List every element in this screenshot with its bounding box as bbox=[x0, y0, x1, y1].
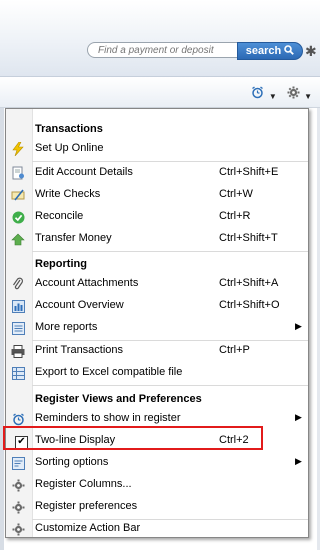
menu-separator bbox=[32, 385, 308, 386]
settings-dropdown-button[interactable]: ▼ bbox=[287, 86, 312, 102]
menu-item-transfer-money[interactable]: Transfer Money Ctrl+Shift+T bbox=[6, 228, 308, 250]
menu-item-label: Transfer Money bbox=[35, 232, 112, 244]
menu-item-label: Account Overview bbox=[35, 299, 124, 311]
paperclip-icon bbox=[10, 276, 26, 292]
excel-icon bbox=[10, 365, 26, 381]
menu-item-label: Sorting options bbox=[35, 456, 109, 468]
gear-icon bbox=[10, 521, 26, 537]
menu-item-write-checks[interactable]: Write Checks Ctrl+W bbox=[6, 184, 308, 206]
register-action-icons: ▼ ▼ bbox=[251, 86, 312, 102]
menu-item-reconcile[interactable]: Reconcile Ctrl+R bbox=[6, 206, 308, 228]
menu-item-shortcut: Ctrl+Shift+A bbox=[219, 277, 279, 289]
menu-item-label: More reports bbox=[35, 321, 98, 333]
menu-item-label: Account Attachments bbox=[35, 277, 139, 289]
register-actions-menu: Transactions Set Up Online Edit Account … bbox=[5, 108, 309, 538]
register-header: ▼ ▼ bbox=[0, 77, 320, 108]
menu-item-shortcut: Ctrl+Shift+E bbox=[219, 166, 279, 178]
menu-item-label: Export to Excel compatible file bbox=[35, 366, 183, 378]
search-icon bbox=[284, 44, 295, 58]
menu-item-set-up-online[interactable]: Set Up Online bbox=[6, 138, 308, 160]
register-left-edge bbox=[0, 108, 4, 550]
section-header-reporting: Reporting bbox=[35, 258, 87, 270]
menu-item-sorting-options[interactable]: Sorting options ▶ bbox=[6, 452, 308, 474]
write-checks-icon bbox=[10, 187, 26, 203]
sort-icon bbox=[10, 455, 26, 471]
chevron-down-icon: ▼ bbox=[304, 92, 312, 101]
menu-item-shortcut: Ctrl+P bbox=[219, 344, 250, 356]
menu-item-account-overview[interactable]: Account Overview Ctrl+Shift+O bbox=[6, 295, 308, 317]
highlight-box bbox=[3, 426, 263, 450]
menu-item-more-reports[interactable]: More reports ▶ bbox=[6, 317, 308, 339]
section-header-register-views: Register Views and Preferences bbox=[35, 393, 202, 405]
menu-item-label: Register Columns... bbox=[35, 478, 132, 490]
alarm-clock-icon bbox=[251, 86, 267, 102]
menu-item-label: Reminders to show in register bbox=[35, 412, 181, 424]
submenu-arrow-icon: ▶ bbox=[295, 321, 302, 331]
gear-icon[interactable]: ✱ bbox=[305, 42, 320, 60]
search-button[interactable]: search bbox=[237, 42, 303, 60]
search-button-label: search bbox=[245, 45, 282, 57]
submenu-arrow-icon: ▶ bbox=[295, 412, 302, 422]
menu-item-shortcut: Ctrl+Shift+O bbox=[219, 299, 280, 311]
menu-item-shortcut: Ctrl+Shift+T bbox=[219, 232, 278, 244]
printer-icon bbox=[10, 343, 26, 359]
menu-item-shortcut: Ctrl+W bbox=[219, 188, 253, 200]
menu-separator bbox=[32, 251, 308, 252]
transfer-icon bbox=[10, 231, 26, 247]
reminders-dropdown-button[interactable]: ▼ bbox=[251, 86, 277, 102]
gear-icon bbox=[10, 499, 26, 515]
alarm-clock-icon bbox=[10, 411, 26, 427]
reports-icon bbox=[10, 320, 26, 336]
menu-item-label: Set Up Online bbox=[35, 142, 104, 154]
menu-item-print-transactions[interactable]: Print Transactions Ctrl+P bbox=[6, 340, 308, 362]
top-toolbar: search ✱ bbox=[0, 0, 320, 77]
menu-item-account-attachments[interactable]: Account Attachments Ctrl+Shift+A bbox=[6, 273, 308, 295]
menu-item-label: Print Transactions bbox=[35, 344, 124, 356]
menu-item-shortcut: Ctrl+R bbox=[219, 210, 251, 222]
menu-item-customize-action-bar[interactable]: Customize Action Bar bbox=[6, 518, 308, 540]
gear-icon bbox=[287, 86, 303, 102]
lightning-icon bbox=[10, 141, 26, 157]
overview-icon bbox=[10, 298, 26, 314]
menu-item-register-columns[interactable]: Register Columns... bbox=[6, 474, 308, 496]
menu-item-register-preferences[interactable]: Register preferences bbox=[6, 496, 308, 518]
section-header-transactions: Transactions bbox=[35, 123, 103, 135]
menu-item-edit-account-details[interactable]: Edit Account Details Ctrl+Shift+E bbox=[6, 162, 308, 184]
menu-item-label: Write Checks bbox=[35, 188, 101, 200]
menu-item-label: Register preferences bbox=[35, 500, 138, 512]
menu-item-export-excel[interactable]: Export to Excel compatible file bbox=[6, 362, 308, 384]
edit-account-icon bbox=[10, 165, 26, 181]
search-input[interactable] bbox=[87, 42, 247, 58]
reconcile-icon bbox=[10, 209, 26, 225]
gear-icon bbox=[10, 477, 26, 493]
menu-item-label: Reconcile bbox=[35, 210, 84, 222]
menu-item-label: Customize Action Bar bbox=[35, 522, 141, 534]
menu-item-label: Edit Account Details bbox=[35, 166, 133, 178]
submenu-arrow-icon: ▶ bbox=[295, 456, 302, 466]
chevron-down-icon: ▼ bbox=[268, 92, 277, 101]
